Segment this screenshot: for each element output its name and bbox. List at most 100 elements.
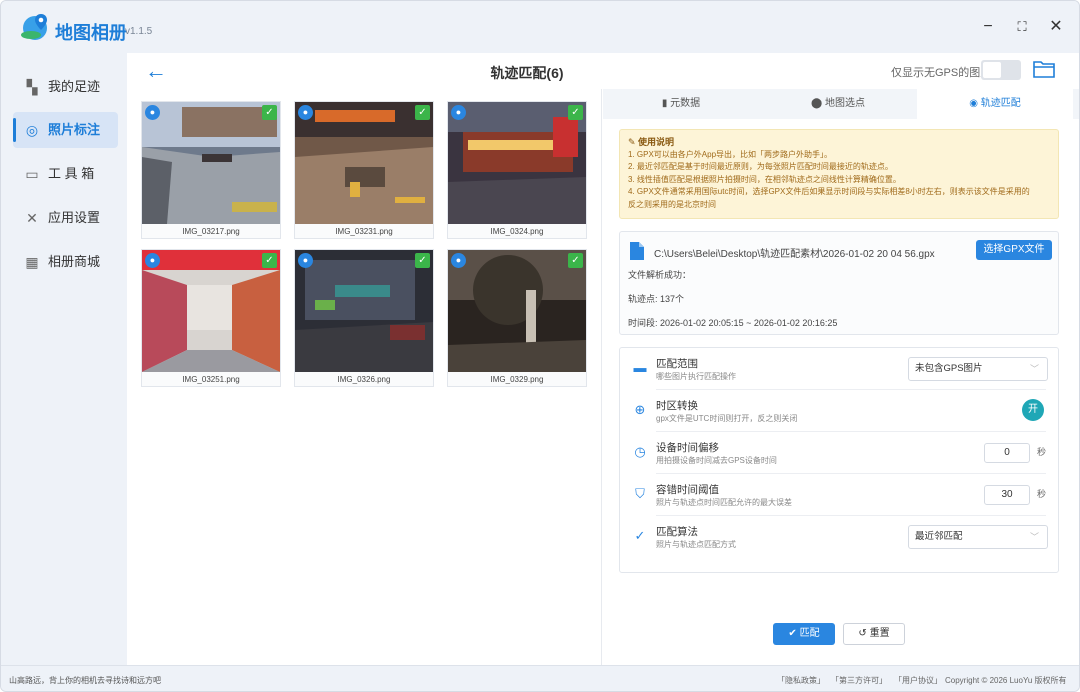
photo-card[interactable]: ● ✓ IMG_03251.png [141, 249, 281, 387]
setting-title: 时区转换 [656, 400, 698, 412]
clock-icon: ◷ [634, 444, 646, 459]
range-icon: ▬ [633, 360, 647, 375]
setting-row-algorithm: ✓ 匹配算法 照片与轨迹点匹配方式 最近邻匹配 ﹀ [620, 516, 1060, 558]
location-pin-icon: ● [298, 253, 313, 268]
gps-only-toggle[interactable] [981, 60, 1021, 80]
tab-bar: ▮ 元数据 ⬤ 地图选点 ◉ 轨迹匹配 [603, 89, 1079, 119]
tools-icon: ✕ [26, 210, 38, 226]
refresh-icon: ↺ [858, 628, 867, 639]
setting-title: 匹配算法 [656, 526, 698, 538]
photo-filename: IMG_0326.png [337, 375, 391, 384]
setting-row-threshold: ⛉ 容错时间阈值 照片与轨迹点时间匹配允许的最大误差 30 秒 [620, 474, 1060, 516]
sidebar-item-label: 应用设置 [48, 210, 101, 225]
setting-title: 设备时间偏移 [656, 442, 719, 454]
setting-title: 匹配范围 [656, 358, 698, 370]
tab-metadata[interactable]: ▮ 元数据 [603, 89, 759, 119]
photo-card[interactable]: ● ✓ IMG_03231.png [294, 101, 434, 239]
user-agreement-link[interactable]: 「用户协议」 [894, 675, 942, 686]
sidebar-item-store[interactable]: ▦ 相册商城 [13, 244, 118, 280]
checkmark-icon: ✓ [568, 253, 583, 268]
sidebar-item-label: 相册商城 [48, 254, 101, 269]
reset-label: 重置 [869, 628, 890, 639]
globe-icon: ⊕ [634, 402, 646, 417]
status-bar: 山高路远，背上你的相机去寻找诗和远方吧 「隐私政策」 「第三方许可」 「用户协议… [1, 665, 1079, 691]
select-gpx-button[interactable]: 选择GPX文件 [976, 240, 1052, 260]
shield-icon: ⛉ [635, 486, 645, 501]
sidebar-item-label: 工 具 箱 [48, 166, 95, 181]
location-pin-icon: ● [145, 253, 160, 268]
sidebar-item-label: 我的足迹 [48, 79, 101, 94]
photo-card[interactable]: ● ✓ IMG_0324.png [447, 101, 587, 239]
photo-card[interactable]: ● ✓ IMG_03217.png [141, 101, 281, 239]
setting-desc: 哪些图片执行匹配操作 [656, 372, 736, 381]
match-label: 匹配 [799, 628, 820, 639]
location-pin-icon: ● [451, 253, 466, 268]
store-icon: ▦ [25, 254, 39, 270]
checkmark-icon: ✓ [262, 253, 277, 268]
photo-image [448, 102, 586, 224]
range-select[interactable]: 未包含GPS图片 ﹀ [908, 357, 1048, 381]
toggle-knob [983, 62, 1001, 78]
select-value: 未包含GPS图片 [915, 363, 983, 374]
title-bar: 地图相册 v1.1.5 − ⛶ ✕ [1, 1, 1079, 53]
setting-title: 容错时间阈值 [656, 484, 719, 496]
notice-line: 4. GPX文件通常采用国际utc时间，选择GPX文件后如果显示时间段与实际相差… [628, 187, 1030, 197]
notice-line: 2. 最近邻匹配是基于时间最近原则，为每张照片匹配时间最接近的轨迹点。 [628, 162, 893, 172]
app-logo-icon [21, 14, 47, 40]
close-button[interactable]: ✕ [1044, 15, 1068, 39]
algorithm-select[interactable]: 最近邻匹配 ﹀ [908, 525, 1048, 549]
photo-image [142, 250, 280, 372]
maximize-button[interactable]: ⛶ [1010, 15, 1034, 39]
main-area: ← 轨迹匹配(6) 仅显示无GPS的图片: ● ✓ IMG_03217.png … [127, 53, 1079, 665]
photo-filename: IMG_0324.png [490, 227, 544, 236]
toolbox-icon: ▭ [25, 166, 39, 182]
photo-card[interactable]: ● ✓ IMG_0329.png [447, 249, 587, 387]
privacy-policy-link[interactable]: 「隐私政策」 [777, 675, 825, 686]
sidebar-item-photo-annotate[interactable]: ◎ 照片标注 [13, 112, 118, 148]
tab-label: 地图选点 [824, 98, 865, 109]
time-period: 时间段: 2026-01-02 20:05:15 ~ 2026-01-02 20… [628, 318, 838, 328]
right-panel: ▮ 元数据 ⬤ 地图选点 ◉ 轨迹匹配 ✎ 使用说明 1. GPX可以由各户外A… [603, 89, 1079, 665]
photo-filename: IMG_03251.png [182, 375, 240, 384]
tab-track-match[interactable]: ◉ 轨迹匹配 [917, 89, 1073, 119]
target-icon: ◎ [25, 122, 39, 138]
track-points: 轨迹点: 137个 [628, 294, 685, 304]
sidebar-item-label: 照片标注 [48, 122, 101, 137]
app-version: v1.1.5 [125, 26, 153, 37]
setting-desc: 照片与轨迹点时间匹配允许的最大误差 [656, 498, 792, 507]
parse-status: 文件解析成功： [628, 270, 692, 280]
third-party-license-link[interactable]: 「第三方许可」 [831, 675, 887, 686]
unit-label: 秒 [1037, 489, 1047, 499]
match-button[interactable]: ✔ 匹配 [773, 623, 835, 645]
sidebar: ▚ 我的足迹 ◎ 照片标注 ▭ 工 具 箱 ✕ 应用设置 ▦ 相册商城 ◀ [1, 53, 127, 665]
folder-icon[interactable] [1033, 59, 1055, 79]
tab-map-pick[interactable]: ⬤ 地图选点 [760, 89, 916, 119]
photo-filename: IMG_03231.png [335, 227, 393, 236]
setting-desc: 用拍摄设备时间减去GPS设备时间 [656, 456, 777, 465]
threshold-input[interactable]: 30 [984, 485, 1030, 505]
chevron-down-icon: ﹀ [1029, 364, 1039, 374]
unit-label: 秒 [1037, 447, 1047, 457]
checkmark-icon: ✓ [568, 105, 583, 120]
notice-title-text: 使用说明 [638, 137, 675, 147]
sidebar-item-settings[interactable]: ✕ 应用设置 [13, 200, 118, 236]
reset-button[interactable]: ↺ 重置 [843, 623, 905, 645]
sidebar-item-toolbox[interactable]: ▭ 工 具 箱 [13, 156, 118, 192]
location-pin-icon: ● [145, 105, 160, 120]
timezone-toggle[interactable]: 开 [1022, 399, 1044, 421]
app-name: 地图相册 [55, 23, 127, 43]
usage-notice: ✎ 使用说明 1. GPX可以由各户外App导出，比如「两步路户外助手」。 2.… [619, 129, 1059, 219]
checkmark-icon: ✓ [415, 253, 430, 268]
chevron-down-icon: ﹀ [1029, 532, 1039, 542]
offset-input[interactable]: 0 [984, 443, 1030, 463]
minimize-button[interactable]: − [976, 15, 1000, 39]
sidebar-item-footprint[interactable]: ▚ 我的足迹 [13, 69, 118, 105]
setting-desc: gpx文件是UTC时间则打开，反之则关闭 [656, 414, 798, 423]
slogan: 山高路远，背上你的相机去寻找诗和远方吧 [9, 676, 161, 685]
photo-image [142, 102, 280, 224]
copyright: Copyright © 2026 LuoYu 版权所有 [945, 676, 1067, 685]
gpx-file-path: C:\Users\Belei\Desktop\轨迹匹配素材\2026-01-02… [654, 249, 935, 260]
photo-image [295, 102, 433, 224]
photo-card[interactable]: ● ✓ IMG_0326.png [294, 249, 434, 387]
photo-filename: IMG_03217.png [182, 227, 240, 236]
